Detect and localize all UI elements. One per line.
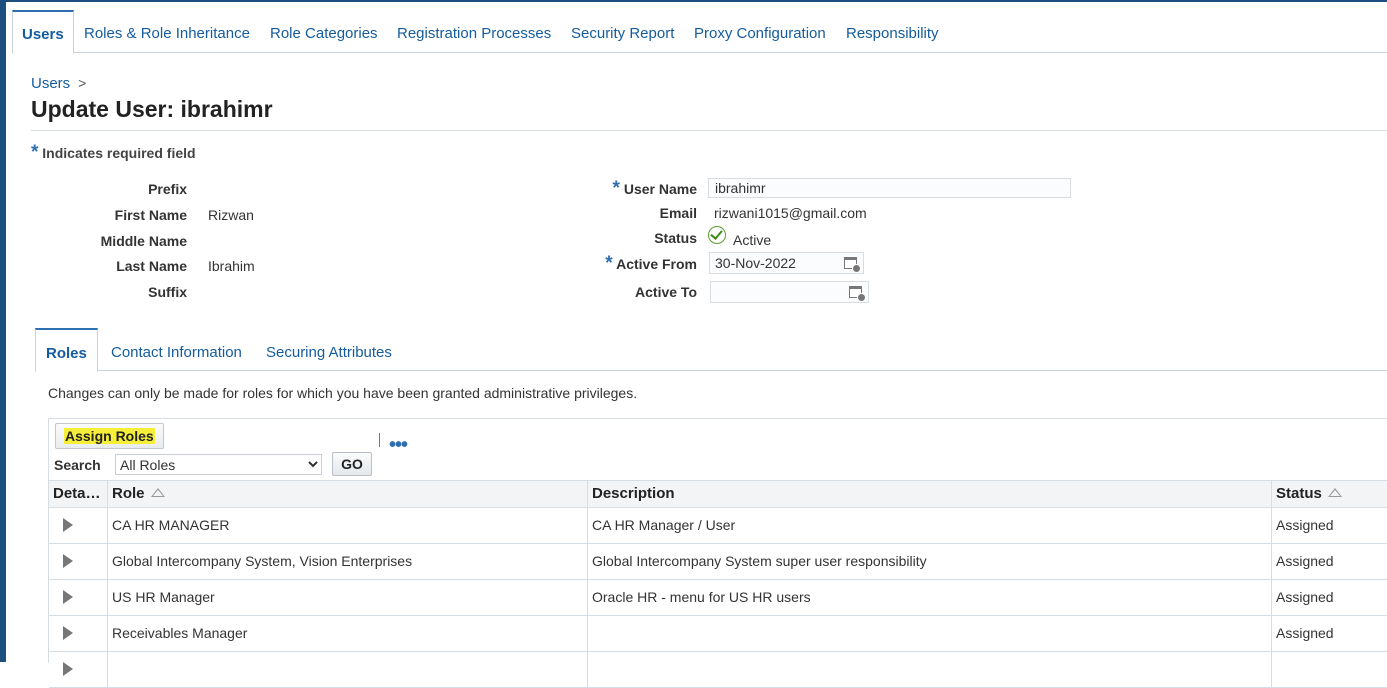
required-star-icon: * — [31, 142, 39, 163]
col-role-header[interactable]: Role — [108, 481, 588, 507]
description-cell — [588, 651, 1272, 687]
expand-triangle-icon[interactable] — [63, 590, 73, 604]
table-header: Deta… Role Description Status — [49, 480, 1387, 508]
required-star-icon: * — [605, 253, 613, 274]
user-name-input[interactable] — [708, 178, 1071, 198]
first-name-value: Rizwan — [208, 207, 254, 223]
required-field-note: * Indicates required field — [31, 142, 196, 164]
page-title: Update User: ibrahimr — [31, 96, 273, 122]
tab-proxy-configuration[interactable]: Proxy Configuration — [694, 10, 826, 52]
check-icon — [708, 226, 726, 244]
table-row: Receivables Manager Assigned — [49, 615, 1387, 652]
first-name-label: First Name — [114, 207, 187, 223]
description-cell — [588, 615, 1272, 651]
role-cell: Receivables Manager — [108, 615, 588, 651]
tab-securing-attributes[interactable]: Securing Attributes — [266, 328, 392, 370]
tab-roles[interactable]: Roles — [35, 328, 98, 372]
sort-ascending-icon[interactable] — [150, 488, 165, 497]
active-from-label-text: Active From — [616, 256, 697, 272]
search-label: Search — [54, 457, 101, 473]
description-cell: Oracle HR - menu for US HR users — [588, 579, 1272, 615]
user-name-label-text: User Name — [623, 181, 697, 197]
main-tab-bar: Users Roles & Role Inheritance Role Cate… — [12, 10, 1387, 54]
tab-role-categories[interactable]: Role Categories — [270, 10, 378, 52]
required-star-icon: * — [612, 178, 620, 199]
col-status-label: Status — [1276, 485, 1322, 502]
details-cell — [49, 615, 108, 651]
expand-triangle-icon[interactable] — [63, 518, 73, 532]
calendar-icon[interactable] — [849, 286, 866, 302]
table-row: Global Intercompany System, Vision Enter… — [49, 543, 1387, 580]
email-value: rizwani1015@gmail.com — [714, 205, 867, 221]
breadcrumb-separator: > — [78, 75, 87, 91]
tab-roles-inheritance[interactable]: Roles & Role Inheritance — [84, 10, 250, 52]
more-options-icon[interactable]: ••• — [389, 435, 408, 455]
status-label: Status — [654, 230, 697, 246]
tab-security-report[interactable]: Security Report — [571, 10, 674, 52]
email-label: Email — [659, 205, 697, 221]
active-from-label: * Active From — [540, 253, 697, 275]
tab-registration-processes[interactable]: Registration Processes — [397, 10, 551, 52]
status-cell: Assigned — [1276, 625, 1334, 641]
sub-tab-bar: Roles Contact Information Securing Attri… — [35, 328, 1387, 372]
sort-ascending-icon[interactable] — [1327, 488, 1342, 497]
window-left-border — [0, 0, 6, 662]
go-button[interactable]: GO — [332, 452, 372, 476]
expand-triangle-icon[interactable] — [63, 662, 73, 676]
middle-name-label: Middle Name — [100, 233, 187, 249]
table-row — [49, 651, 1387, 688]
status-cell: Assigned — [1276, 589, 1334, 605]
description-cell: CA HR Manager / User — [588, 507, 1272, 543]
active-to-field — [710, 281, 869, 303]
breadcrumb-users-link[interactable]: Users — [31, 75, 70, 92]
active-to-label: Active To — [635, 284, 697, 300]
status-cell — [1272, 651, 1387, 687]
col-description-header: Description — [588, 481, 1272, 507]
title-divider — [31, 130, 1387, 131]
suffix-label: Suffix — [148, 284, 187, 300]
table-row: CA HR MANAGER CA HR Manager / User Assig… — [49, 507, 1387, 544]
status-cell: Assigned — [1276, 517, 1334, 533]
role-cell: Global Intercompany System, Vision Enter… — [108, 543, 588, 579]
user-name-label: * User Name — [540, 178, 697, 200]
role-cell: CA HR MANAGER — [108, 507, 588, 543]
active-from-field — [709, 252, 864, 274]
toolbar-separator — [379, 433, 380, 447]
window-top-border — [0, 0, 1387, 2]
details-cell — [49, 579, 108, 615]
details-cell — [49, 651, 108, 687]
prefix-label: Prefix — [148, 181, 187, 197]
last-name-value: Ibrahim — [208, 258, 255, 274]
required-note-text: Indicates required field — [42, 145, 196, 161]
active-to-input[interactable] — [711, 282, 831, 302]
active-from-input[interactable] — [710, 253, 830, 273]
tab-users[interactable]: Users — [12, 10, 74, 54]
assign-roles-button[interactable]: Assign Roles — [55, 423, 164, 449]
last-name-label: Last Name — [116, 258, 187, 274]
status-value: Active — [733, 232, 772, 248]
status-cell: Assigned — [1276, 553, 1334, 569]
role-cell: US HR Manager — [108, 579, 588, 615]
calendar-icon[interactable] — [844, 257, 861, 273]
search-select[interactable]: All Roles — [115, 454, 322, 475]
expand-triangle-icon[interactable] — [63, 554, 73, 568]
tab-responsibility[interactable]: Responsibility — [846, 10, 939, 52]
col-role-label: Role — [112, 485, 145, 502]
details-cell — [49, 507, 108, 543]
tab-contact-information[interactable]: Contact Information — [111, 328, 242, 370]
col-details-header[interactable]: Deta… — [49, 481, 108, 507]
role-cell — [108, 651, 588, 687]
assign-roles-label: Assign Roles — [64, 428, 155, 444]
roles-table-panel: Assign Roles ••• Search All Roles GO Det… — [48, 418, 1387, 688]
description-cell: Global Intercompany System super user re… — [588, 543, 1272, 579]
roles-privilege-note: Changes can only be made for roles for w… — [48, 385, 638, 401]
breadcrumb: Users > — [31, 75, 86, 92]
col-status-header[interactable]: Status — [1272, 481, 1387, 507]
table-row: US HR Manager Oracle HR - menu for US HR… — [49, 579, 1387, 616]
details-cell — [49, 543, 108, 579]
expand-triangle-icon[interactable] — [63, 626, 73, 640]
